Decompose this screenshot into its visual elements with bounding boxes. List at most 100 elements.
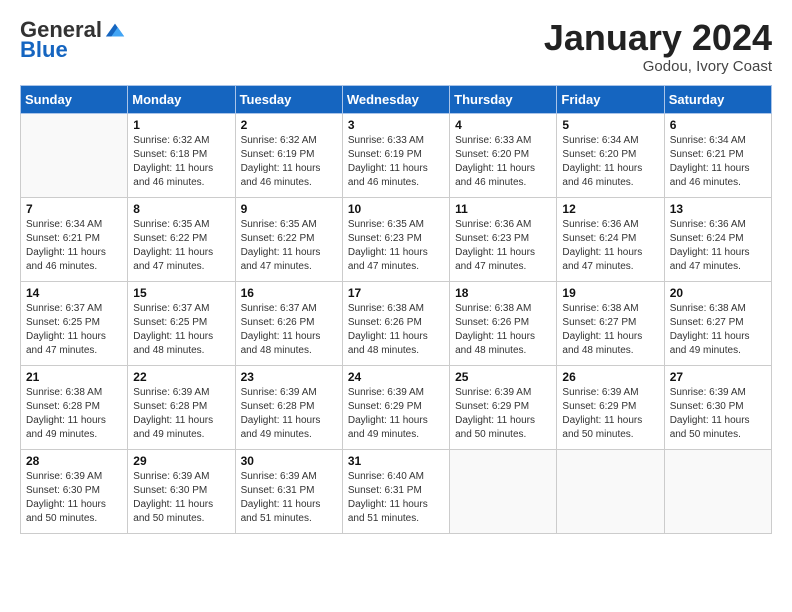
table-row: 30Sunrise: 6:39 AMSunset: 6:31 PMDayligh… (235, 449, 342, 533)
day-number: 5 (562, 118, 658, 132)
day-number: 29 (133, 454, 229, 468)
table-row: 15 Sunrise: 6:37 AMSunset: 6:25 PMDayligh… (128, 281, 235, 365)
header-row: Sunday Monday Tuesday Wednesday Thursday… (21, 85, 772, 113)
day-info: Sunrise: 6:37 AMSunset: 6:25 PMDaylight:… (133, 302, 229, 358)
col-monday: Monday (128, 85, 235, 113)
day-number: 26 (562, 370, 658, 384)
table-row: 26 Sunrise: 6:39 AMSunset: 6:29 PMDayligh… (557, 365, 664, 449)
table-row: 17 Sunrise: 6:38 AMSunset: 6:26 PMDayligh… (342, 281, 449, 365)
day-info: Sunrise: 6:38 AMSunset: 6:26 PMDaylight:… (348, 302, 444, 358)
calendar-week-row: 7 Sunrise: 6:34 AMSunset: 6:21 PMDaylight… (21, 197, 772, 281)
day-info: Sunrise: 6:36 AMSunset: 6:24 PMDaylight:… (670, 218, 766, 274)
month-title: January 2024 (544, 18, 772, 58)
calendar-page: General Blue January 2024 Godou, Ivory C… (0, 0, 792, 612)
location-subtitle: Godou, Ivory Coast (544, 58, 772, 75)
day-info: Sunrise: 6:39 AMSunset: 6:28 PMDaylight:… (241, 386, 337, 442)
day-number: 7 (26, 202, 122, 216)
day-info: Sunrise: 6:33 AMSunset: 6:19 PMDaylight:… (348, 134, 444, 190)
calendar-week-row: 14 Sunrise: 6:37 AMSunset: 6:25 PMDayligh… (21, 281, 772, 365)
day-number: 8 (133, 202, 229, 216)
day-info: Sunrise: 6:38 AMSunset: 6:28 PMDaylight:… (26, 386, 122, 442)
day-info: Sunrise: 6:40 AMSunset: 6:31 PMDaylight:… (348, 470, 444, 526)
table-row (664, 449, 771, 533)
day-info: Sunrise: 6:32 AMSunset: 6:19 PMDaylight:… (241, 134, 337, 190)
day-info: Sunrise: 6:35 AMSunset: 6:22 PMDaylight:… (133, 218, 229, 274)
day-number: 27 (670, 370, 766, 384)
table-row: 11 Sunrise: 6:36 AMSunset: 6:23 PMDayligh… (450, 197, 557, 281)
calendar-week-row: 28 Sunrise: 6:39 AMSunset: 6:30 PMDayligh… (21, 449, 772, 533)
table-row: 9 Sunrise: 6:35 AMSunset: 6:22 PMDaylight… (235, 197, 342, 281)
day-number: 11 (455, 202, 551, 216)
day-number: 24 (348, 370, 444, 384)
day-info: Sunrise: 6:34 AMSunset: 6:20 PMDaylight:… (562, 134, 658, 190)
day-number: 9 (241, 202, 337, 216)
day-info: Sunrise: 6:33 AMSunset: 6:20 PMDaylight:… (455, 134, 551, 190)
day-number: 31 (348, 454, 444, 468)
day-info: Sunrise: 6:39 AMSunset: 6:30 PMDaylight:… (670, 386, 766, 442)
table-row: 12Sunrise: 6:36 AMSunset: 6:24 PMDayligh… (557, 197, 664, 281)
day-number: 21 (26, 370, 122, 384)
col-thursday: Thursday (450, 85, 557, 113)
table-row (450, 449, 557, 533)
logo: General Blue (20, 18, 126, 62)
day-number: 25 (455, 370, 551, 384)
col-friday: Friday (557, 85, 664, 113)
table-row: 21 Sunrise: 6:38 AMSunset: 6:28 PMDayligh… (21, 365, 128, 449)
table-row: 18Sunrise: 6:38 AMSunset: 6:26 PMDayligh… (450, 281, 557, 365)
table-row: 5 Sunrise: 6:34 AMSunset: 6:20 PMDaylight… (557, 113, 664, 197)
col-wednesday: Wednesday (342, 85, 449, 113)
table-row: 25 Sunrise: 6:39 AMSunset: 6:29 PMDayligh… (450, 365, 557, 449)
table-row: 22 Sunrise: 6:39 AMSunset: 6:28 PMDayligh… (128, 365, 235, 449)
table-row (557, 449, 664, 533)
day-info: Sunrise: 6:39 AMSunset: 6:29 PMDaylight:… (562, 386, 658, 442)
day-info: Sunrise: 6:39 AMSunset: 6:30 PMDaylight:… (26, 470, 122, 526)
table-row: 24Sunrise: 6:39 AMSunset: 6:29 PMDayligh… (342, 365, 449, 449)
day-number: 22 (133, 370, 229, 384)
day-number: 6 (670, 118, 766, 132)
day-number: 13 (670, 202, 766, 216)
day-number: 14 (26, 286, 122, 300)
day-info: Sunrise: 6:39 AMSunset: 6:28 PMDaylight:… (133, 386, 229, 442)
day-number: 4 (455, 118, 551, 132)
day-info: Sunrise: 6:38 AMSunset: 6:26 PMDaylight:… (455, 302, 551, 358)
day-number: 15 (133, 286, 229, 300)
day-info: Sunrise: 6:36 AMSunset: 6:24 PMDaylight:… (562, 218, 658, 274)
day-number: 1 (133, 118, 229, 132)
day-info: Sunrise: 6:39 AMSunset: 6:31 PMDaylight:… (241, 470, 337, 526)
table-row: 19 Sunrise: 6:38 AMSunset: 6:27 PMDayligh… (557, 281, 664, 365)
day-info: Sunrise: 6:39 AMSunset: 6:30 PMDaylight:… (133, 470, 229, 526)
day-number: 10 (348, 202, 444, 216)
day-info: Sunrise: 6:37 AMSunset: 6:25 PMDaylight:… (26, 302, 122, 358)
table-row: 2 Sunrise: 6:32 AMSunset: 6:19 PMDaylight… (235, 113, 342, 197)
day-info: Sunrise: 6:37 AMSunset: 6:26 PMDaylight:… (241, 302, 337, 358)
day-info: Sunrise: 6:35 AMSunset: 6:23 PMDaylight:… (348, 218, 444, 274)
day-number: 2 (241, 118, 337, 132)
day-number: 17 (348, 286, 444, 300)
day-info: Sunrise: 6:38 AMSunset: 6:27 PMDaylight:… (670, 302, 766, 358)
day-number: 23 (241, 370, 337, 384)
day-info: Sunrise: 6:38 AMSunset: 6:27 PMDaylight:… (562, 302, 658, 358)
day-info: Sunrise: 6:36 AMSunset: 6:23 PMDaylight:… (455, 218, 551, 274)
table-row: 6 Sunrise: 6:34 AMSunset: 6:21 PMDaylight… (664, 113, 771, 197)
table-row: 3Sunrise: 6:33 AMSunset: 6:19 PMDaylight… (342, 113, 449, 197)
table-row: 23 Sunrise: 6:39 AMSunset: 6:28 PMDayligh… (235, 365, 342, 449)
table-row: 31 Sunrise: 6:40 AMSunset: 6:31 PMDayligh… (342, 449, 449, 533)
col-sunday: Sunday (21, 85, 128, 113)
day-info: Sunrise: 6:32 AMSunset: 6:18 PMDaylight:… (133, 134, 229, 190)
calendar-week-row: 1 Sunrise: 6:32 AMSunset: 6:18 PMDaylight… (21, 113, 772, 197)
table-row: 13 Sunrise: 6:36 AMSunset: 6:24 PMDayligh… (664, 197, 771, 281)
table-row: 14 Sunrise: 6:37 AMSunset: 6:25 PMDayligh… (21, 281, 128, 365)
col-saturday: Saturday (664, 85, 771, 113)
day-number: 19 (562, 286, 658, 300)
table-row: 27 Sunrise: 6:39 AMSunset: 6:30 PMDayligh… (664, 365, 771, 449)
title-area: January 2024 Godou, Ivory Coast (544, 18, 772, 75)
table-row: 10 Sunrise: 6:35 AMSunset: 6:23 PMDayligh… (342, 197, 449, 281)
table-row: 28 Sunrise: 6:39 AMSunset: 6:30 PMDayligh… (21, 449, 128, 533)
table-row: 20Sunrise: 6:38 AMSunset: 6:27 PMDayligh… (664, 281, 771, 365)
day-info: Sunrise: 6:34 AMSunset: 6:21 PMDaylight:… (670, 134, 766, 190)
day-info: Sunrise: 6:34 AMSunset: 6:21 PMDaylight:… (26, 218, 122, 274)
header: General Blue January 2024 Godou, Ivory C… (20, 18, 772, 75)
day-info: Sunrise: 6:39 AMSunset: 6:29 PMDaylight:… (455, 386, 551, 442)
day-number: 28 (26, 454, 122, 468)
day-info: Sunrise: 6:35 AMSunset: 6:22 PMDaylight:… (241, 218, 337, 274)
